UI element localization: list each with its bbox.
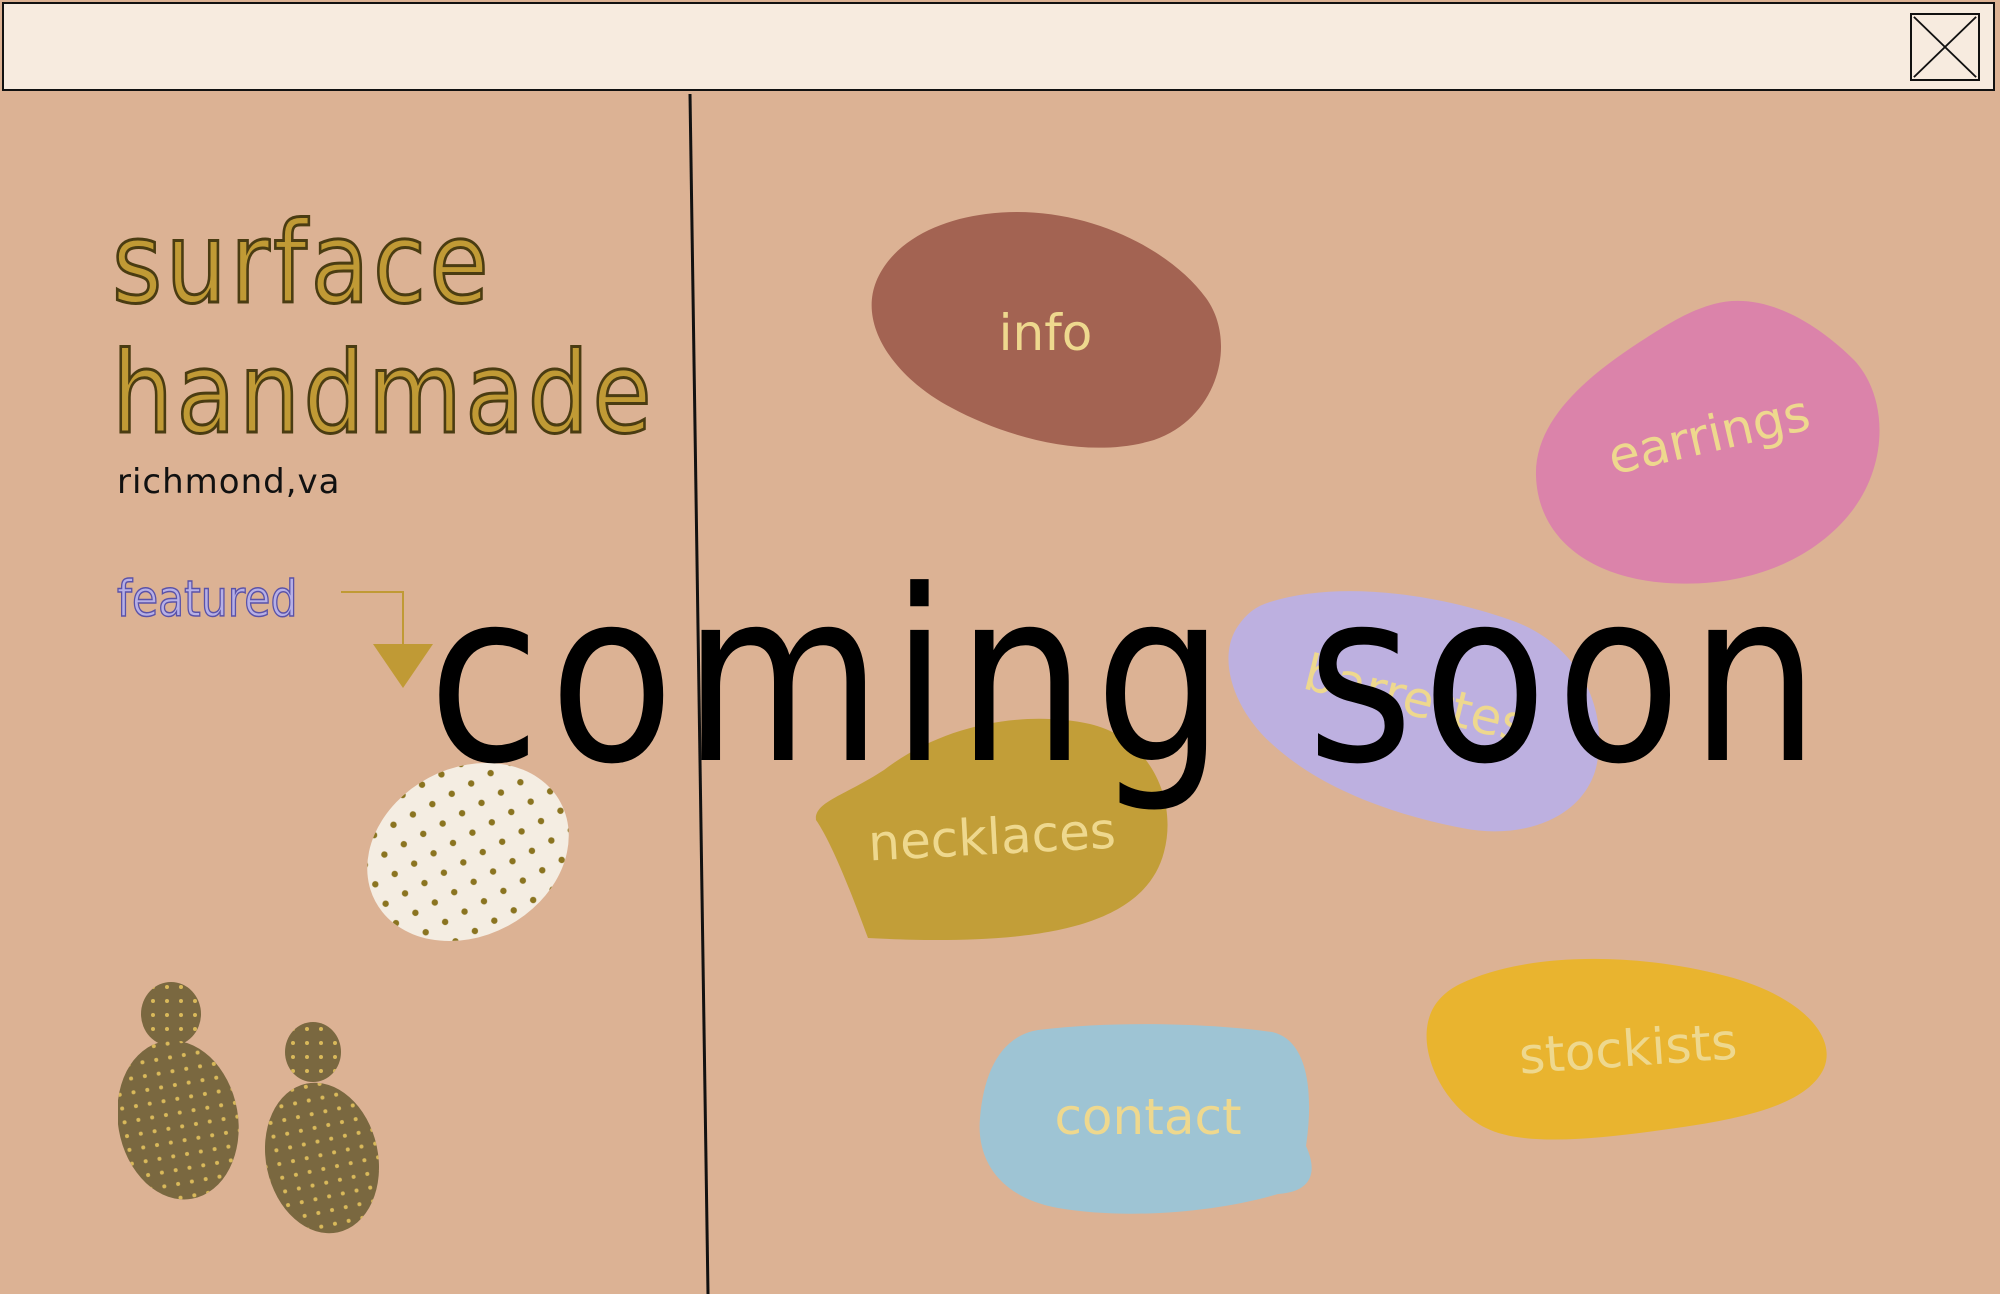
brand-title-line1: surface — [111, 199, 493, 329]
featured-label: featured — [116, 569, 298, 629]
nav-necklaces[interactable]: necklaces — [814, 716, 1170, 942]
nav-info[interactable]: info — [868, 208, 1223, 450]
barrettes-blob-shape — [1228, 591, 1600, 832]
close-button[interactable] — [1910, 13, 1980, 81]
close-x-icon — [1913, 16, 1977, 78]
arrow-down-right-icon — [341, 591, 433, 688]
necklaces-blob-shape — [815, 718, 1168, 940]
earrings-blob-shape — [1535, 300, 1880, 584]
featured-product-drop-earrings[interactable] — [118, 980, 388, 1235]
nav-earrings[interactable]: earrings — [1535, 296, 1882, 588]
page: surface handmade richmond,va featured in… — [0, 0, 2000, 1294]
contact-blob-shape — [979, 1024, 1312, 1214]
info-blob-shape — [871, 212, 1222, 448]
featured-product-dotted-earring[interactable] — [360, 760, 575, 945]
nav-contact[interactable]: contact — [978, 1022, 1318, 1216]
window-titlebar — [2, 2, 1995, 91]
nav-barrettes[interactable]: barrettes — [1228, 588, 1602, 834]
stockists-blob-shape — [1426, 958, 1827, 1140]
brand-location: richmond,va — [117, 462, 341, 502]
nav-stockists[interactable]: stockists — [1426, 958, 1830, 1144]
brand-title-line2: handmade — [111, 329, 656, 459]
